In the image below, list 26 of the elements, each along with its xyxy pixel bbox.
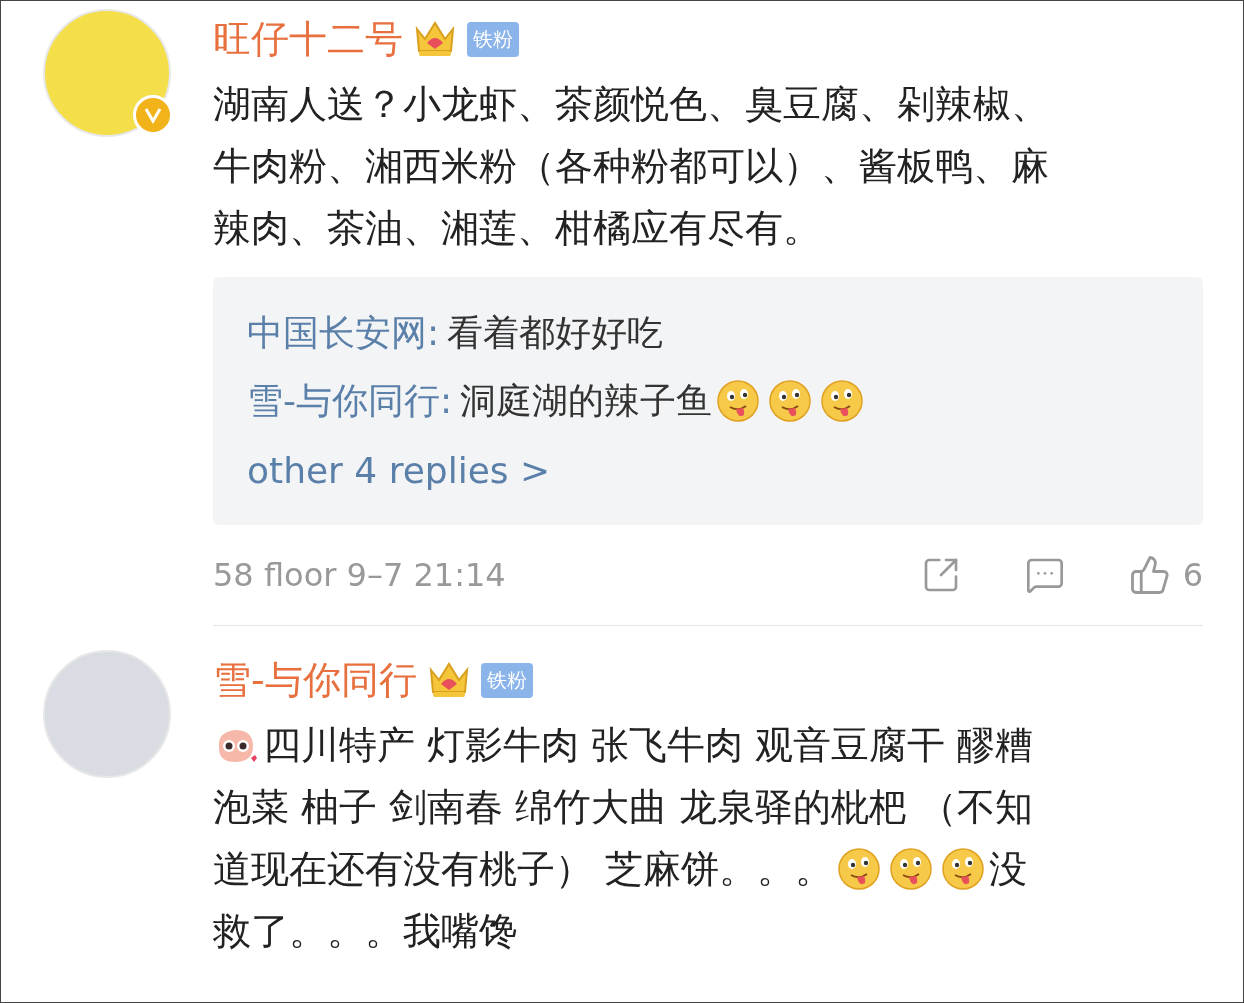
comment-text: 湖南人送？小龙虾、茶颜悦色、臭豆腐、剁辣椒、 xyxy=(213,81,1049,128)
tongue-emoji-icon xyxy=(889,847,934,891)
comment-text: 救了。。。我嘴馋 xyxy=(213,908,517,955)
comment-text: 辣肉、茶油、湘莲、柑橘应有尽有。 xyxy=(213,205,821,252)
username[interactable]: 旺仔十二号 xyxy=(213,13,403,65)
comment-text: 道现在还有没有桃子） 芝麻饼。。。 xyxy=(213,846,834,893)
comment-text: 洞庭湖的辣子鱼 xyxy=(460,379,713,423)
tongue-emoji-icon xyxy=(716,379,761,423)
tongue-emoji-icon xyxy=(768,379,813,423)
like-button[interactable]: 6 xyxy=(1128,554,1203,596)
more-replies-link[interactable]: other 4 replies > xyxy=(247,435,551,507)
comment-text: 四川特产 灯影牛肉 张飞牛肉 观音豆腐干 醪糟 xyxy=(263,722,1034,769)
crown-icon xyxy=(413,19,457,59)
comment-text: 看着都好好吃 xyxy=(447,311,664,355)
comment-text: 牛肉粉、湘西米粉（各种粉都可以）、酱板鸭、麻 xyxy=(213,143,1049,190)
fan-badge: 铁粉 xyxy=(480,662,533,698)
comment-text: 没 xyxy=(989,846,1028,893)
tongue-emoji-icon xyxy=(820,379,865,423)
username[interactable]: 雪-与你同行 xyxy=(213,654,417,706)
comment-text: 泡菜 柚子 剑南春 绵竹大曲 龙泉驿的枇杷 （不知 xyxy=(213,784,1034,831)
tongue-emoji-icon xyxy=(837,847,882,891)
floor-timestamp: 58 floor 9–7 21:14 xyxy=(213,556,507,594)
reply-author[interactable]: 中国长安网: xyxy=(247,299,440,367)
reply-author[interactable]: 雪-与你同行: xyxy=(247,367,453,435)
tongue-emoji-icon xyxy=(941,847,986,891)
fan-badge: 铁粉 xyxy=(467,21,519,57)
